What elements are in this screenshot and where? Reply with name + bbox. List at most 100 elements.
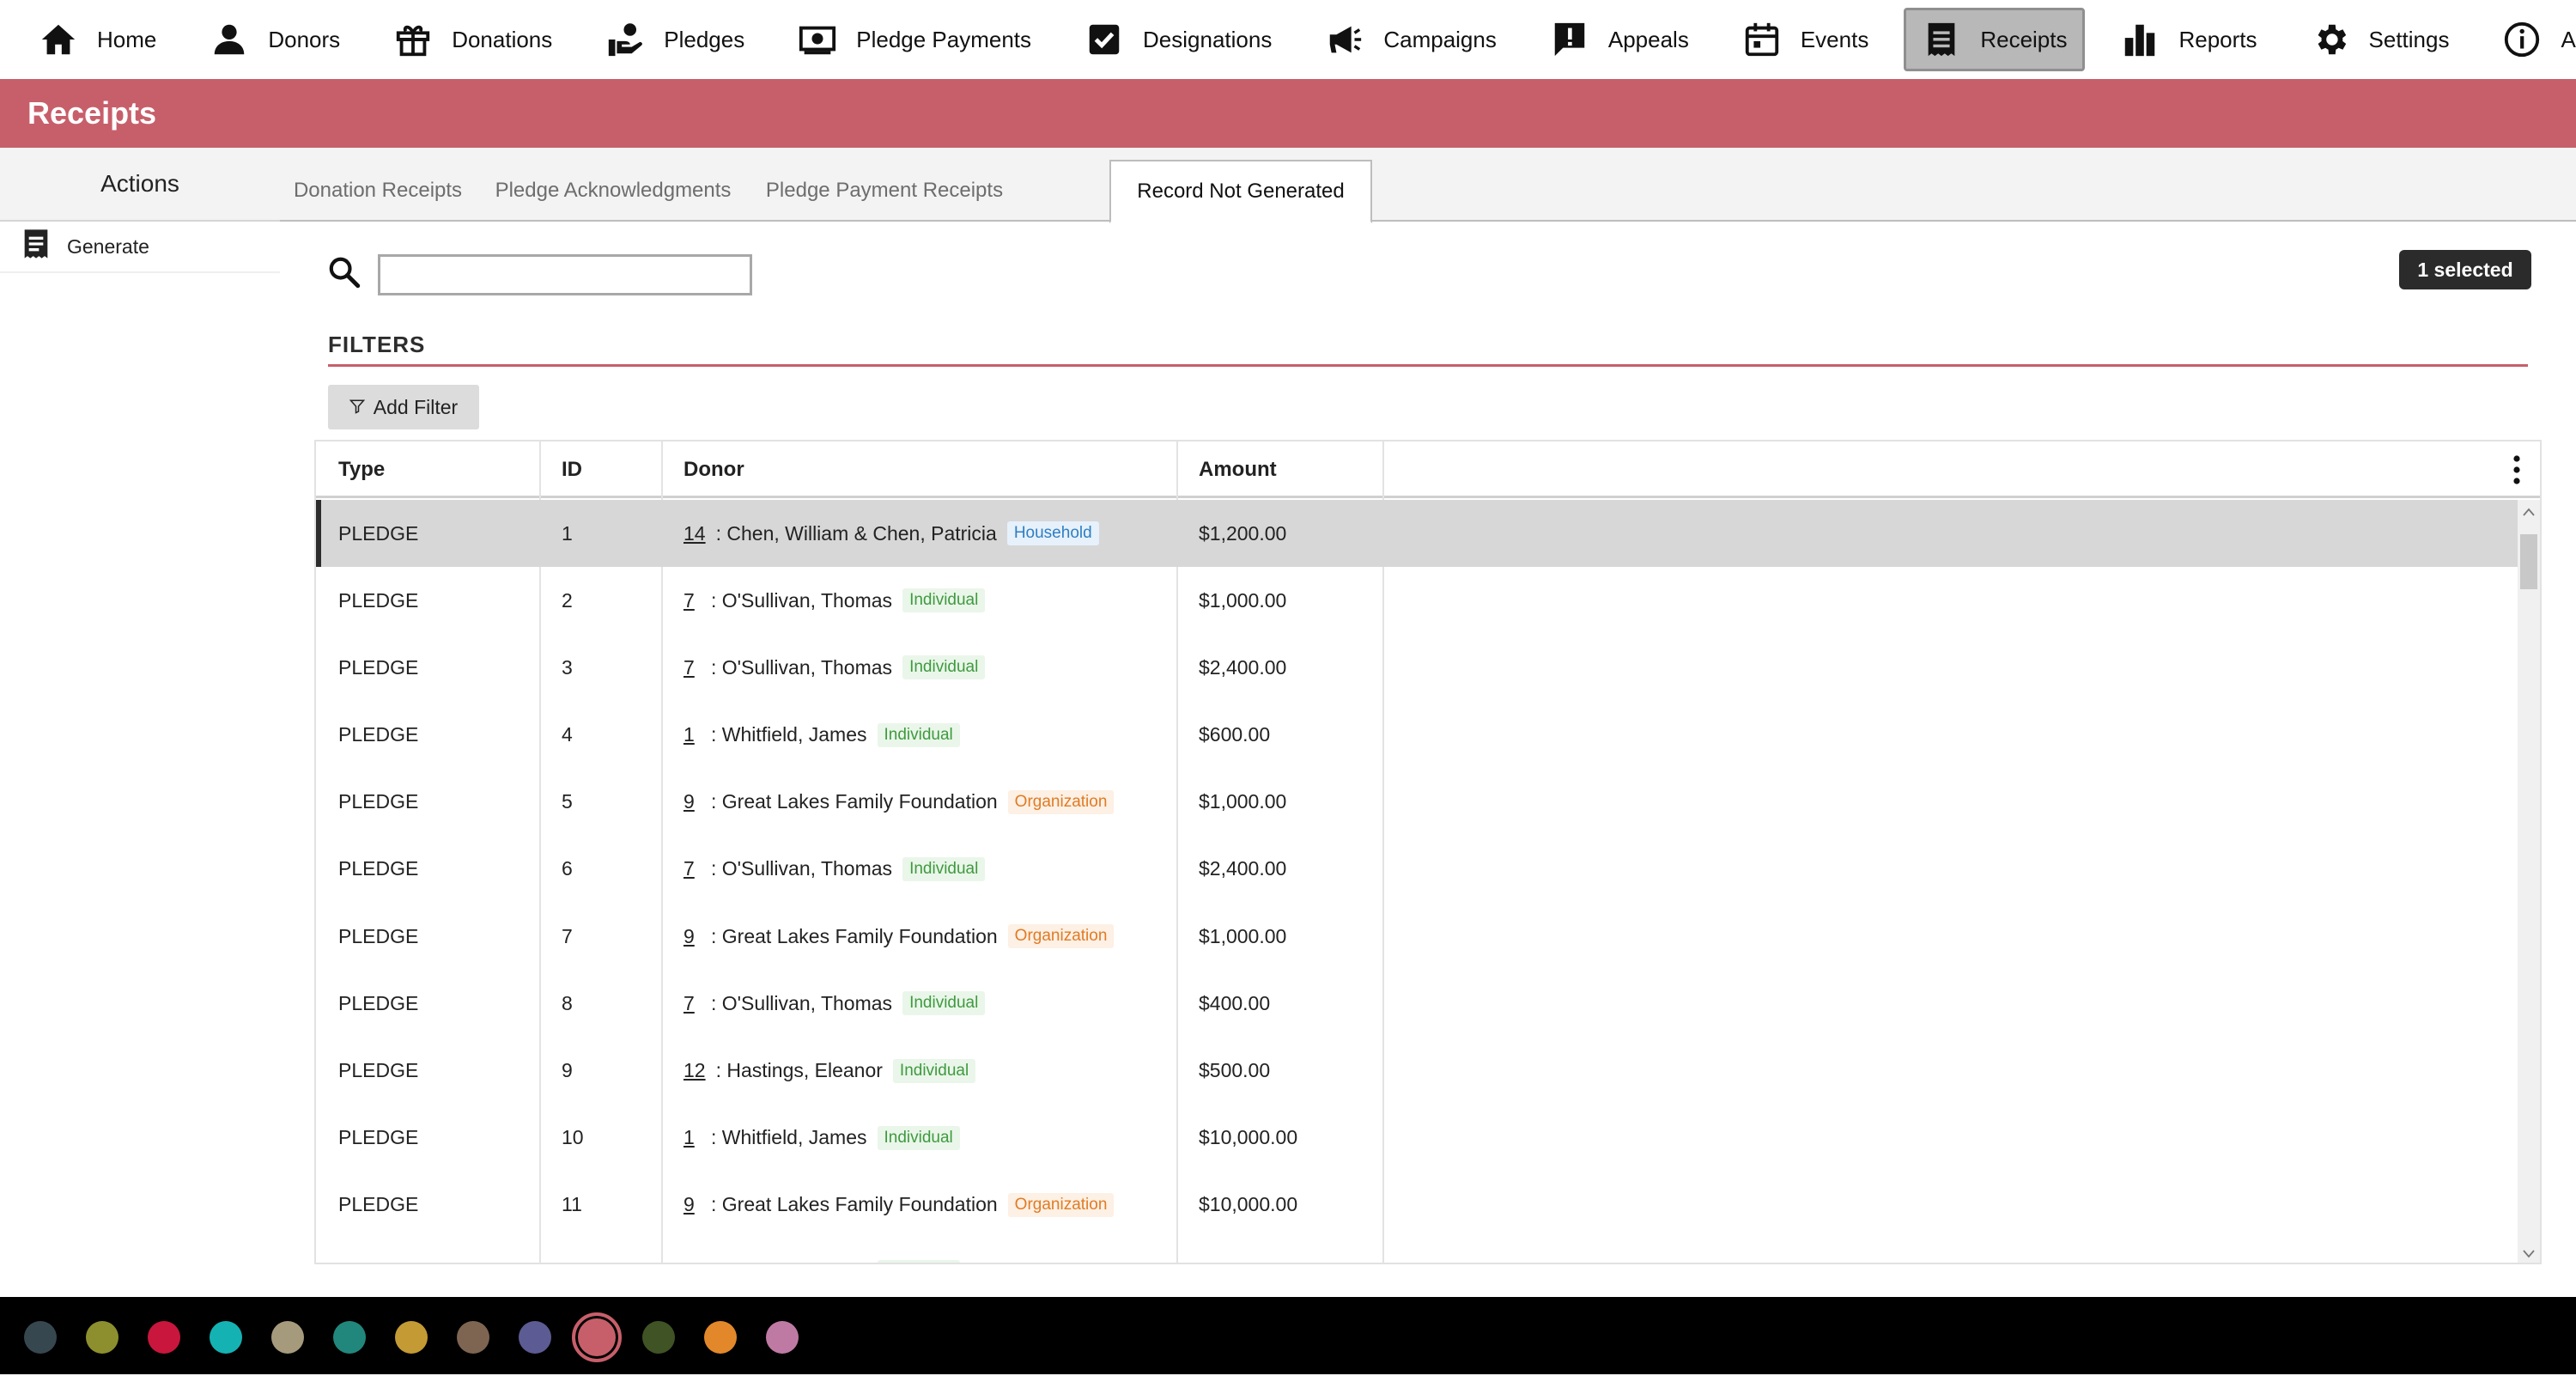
- theme-color-swatch[interactable]: [642, 1321, 675, 1354]
- theme-color-swatch[interactable]: [519, 1321, 551, 1354]
- donor-link[interactable]: 1: [683, 1126, 701, 1149]
- nav-pledges[interactable]: Pledges: [587, 8, 762, 71]
- column-header-type[interactable]: Type: [316, 441, 539, 498]
- theme-color-swatch[interactable]: [210, 1321, 242, 1354]
- donor-link[interactable]: 7: [683, 656, 701, 679]
- column-header-donor[interactable]: Donor: [661, 441, 1176, 498]
- donor-link[interactable]: 9: [683, 1193, 701, 1216]
- cell-id: 10: [562, 1126, 584, 1149]
- table-row[interactable]: PLEDGE 10 1: Whitfield, James Individual $10…: [316, 1105, 2518, 1172]
- nav-label: Pledge Payments: [856, 26, 1032, 52]
- cell-id: 3: [562, 655, 573, 679]
- theme-color-swatch[interactable]: [704, 1321, 737, 1354]
- cell-donor: 12: Hastings, Eleanor Individual: [661, 1038, 1176, 1105]
- gear-icon: [2311, 20, 2369, 59]
- cell-amount: $2,400.00: [1199, 655, 1287, 679]
- cell-type: PLEDGE: [338, 991, 419, 1014]
- donor-link[interactable]: 1: [683, 1261, 701, 1263]
- donor-type-tag: Individual: [902, 856, 986, 881]
- actions-header: Actions: [0, 148, 280, 222]
- nav-reports[interactable]: Reports: [2102, 8, 2275, 71]
- table-row[interactable]: PLEDGE 6 7: O'Sullivan, Thomas Individual $2…: [316, 836, 2518, 903]
- table-header: Type ID Donor Amount: [316, 441, 2540, 498]
- table-row[interactable]: PLEDGE 7 9: Great Lakes Family Foundation O…: [316, 903, 2518, 970]
- nav-home[interactable]: Home: [21, 8, 174, 71]
- cell-type: PLEDGE: [316, 1239, 539, 1263]
- donor-name: : Great Lakes Family Foundation: [711, 1193, 998, 1216]
- donor-link[interactable]: 7: [683, 857, 701, 880]
- theme-color-swatch[interactable]: [271, 1321, 304, 1354]
- tab-donation-receipts[interactable]: Donation Receipts: [292, 160, 464, 222]
- donor-link[interactable]: 7: [683, 589, 701, 612]
- search-input[interactable]: [378, 254, 752, 295]
- cell-type: PLEDGE: [338, 588, 419, 612]
- donor-type-tag: Organization: [1007, 1192, 1115, 1217]
- theme-color-swatch[interactable]: [333, 1321, 366, 1354]
- table-row[interactable]: PLEDGE 1 14: Chen, William & Chen, Patrici…: [316, 500, 2518, 568]
- donor-name: : Whitfield, James: [711, 1126, 867, 1149]
- nav-about[interactable]: About: [2484, 8, 2576, 71]
- cell-id: 1: [562, 521, 573, 545]
- cell-id: 8: [562, 991, 573, 1014]
- donor-link[interactable]: 9: [683, 925, 701, 948]
- nav-appeals[interactable]: Appeals: [1532, 8, 1707, 71]
- cell-amount: $600.00: [1176, 1239, 1382, 1263]
- theme-color-swatch[interactable]: [86, 1321, 118, 1354]
- info-icon: [2502, 20, 2561, 59]
- table-row[interactable]: PLEDGE 8 7: O'Sullivan, Thomas Individual $4…: [316, 970, 2518, 1037]
- cell-type: PLEDGE: [338, 924, 419, 947]
- cell-donor: 1: Whitfield, James Individual: [661, 1105, 1176, 1172]
- megaphone-icon: [1325, 20, 1383, 59]
- table-row[interactable]: PLEDGE 9 12: Hastings, Eleanor Individual $5…: [316, 1038, 2518, 1105]
- theme-color-swatch[interactable]: [24, 1321, 57, 1354]
- donor-link[interactable]: 12: [683, 1059, 706, 1082]
- scroll-down-icon[interactable]: [2521, 1245, 2537, 1261]
- column-header-id[interactable]: ID: [539, 441, 661, 498]
- generate-action[interactable]: Generate: [0, 222, 280, 273]
- table-row[interactable]: PLEDGE12 1: Whitfield, James Individual $60…: [316, 1239, 2518, 1263]
- table-body: PLEDGE 1 14: Chen, William & Chen, Patrici…: [316, 500, 2518, 1263]
- donor-link[interactable]: 1: [683, 723, 701, 746]
- scrollbar-thumb[interactable]: [2520, 534, 2537, 589]
- donor-link[interactable]: 14: [683, 522, 706, 545]
- cell-id: 2: [562, 588, 573, 612]
- vertical-scrollbar[interactable]: [2518, 500, 2540, 1263]
- cell-donor: 9 : Great Lakes Family Foundation Organiza…: [661, 1172, 1176, 1239]
- theme-color-swatch[interactable]: [395, 1321, 428, 1354]
- column-header-amount[interactable]: Amount: [1176, 441, 1382, 498]
- theme-color-swatch[interactable]: [148, 1321, 180, 1354]
- table-row[interactable]: PLEDGE 11 9: Great Lakes Family Foundation…: [316, 1172, 2518, 1239]
- nav-label: Settings: [2368, 26, 2450, 52]
- nav-designations[interactable]: Designations: [1066, 8, 1290, 71]
- add-filter-button[interactable]: Add Filter: [328, 385, 479, 429]
- nav-events[interactable]: Events: [1724, 8, 1887, 71]
- table-row[interactable]: PLEDGE 4 1: Whitfield, James Individual $600…: [316, 702, 2518, 769]
- donor-link[interactable]: 9: [683, 790, 701, 813]
- alert-message-icon: [1550, 20, 1608, 59]
- theme-color-swatch[interactable]: [457, 1321, 489, 1354]
- theme-color-swatch[interactable]: [572, 1312, 622, 1362]
- donor-link[interactable]: 7: [683, 992, 701, 1015]
- nav-label: Appeals: [1607, 26, 1689, 52]
- nav-donors[interactable]: Donors: [191, 8, 358, 71]
- table-row[interactable]: PLEDGE 2 7: O'Sullivan, Thomas Individual $1…: [316, 567, 2518, 634]
- receipt-icon: [19, 227, 67, 266]
- more-options-icon[interactable]: [2511, 452, 2523, 488]
- tab-record-not-generated[interactable]: Record Not Generated: [1109, 160, 1372, 223]
- nav-receipts[interactable]: Receipts: [1904, 8, 2086, 71]
- tab-pledge-payment-receipts[interactable]: Pledge Payment Receipts: [764, 160, 1005, 222]
- nav-label: Donations: [452, 26, 553, 52]
- table-row[interactable]: PLEDGE 5 9: Great Lakes Family Foundation O…: [316, 769, 2518, 836]
- scroll-up-icon[interactable]: [2521, 505, 2537, 521]
- donor-name: : Hastings, Eleanor: [715, 1059, 883, 1081]
- tab-pledge-acknowledgments[interactable]: Pledge Acknowledgments: [495, 160, 732, 222]
- theme-color-swatch[interactable]: [766, 1321, 799, 1354]
- nav-settings[interactable]: Settings: [2293, 8, 2468, 71]
- nav-donations[interactable]: Donations: [375, 8, 570, 71]
- cell-id: 9: [562, 1059, 573, 1081]
- nav-pledge-payments[interactable]: Pledge Payments: [780, 8, 1049, 71]
- nav-label: Campaigns: [1383, 26, 1497, 52]
- table-row[interactable]: PLEDGE 3 7: O'Sullivan, Thomas Individual $2…: [316, 634, 2518, 701]
- selected-count-badge: 1 selected: [2399, 250, 2531, 289]
- nav-campaigns[interactable]: Campaigns: [1307, 8, 1515, 71]
